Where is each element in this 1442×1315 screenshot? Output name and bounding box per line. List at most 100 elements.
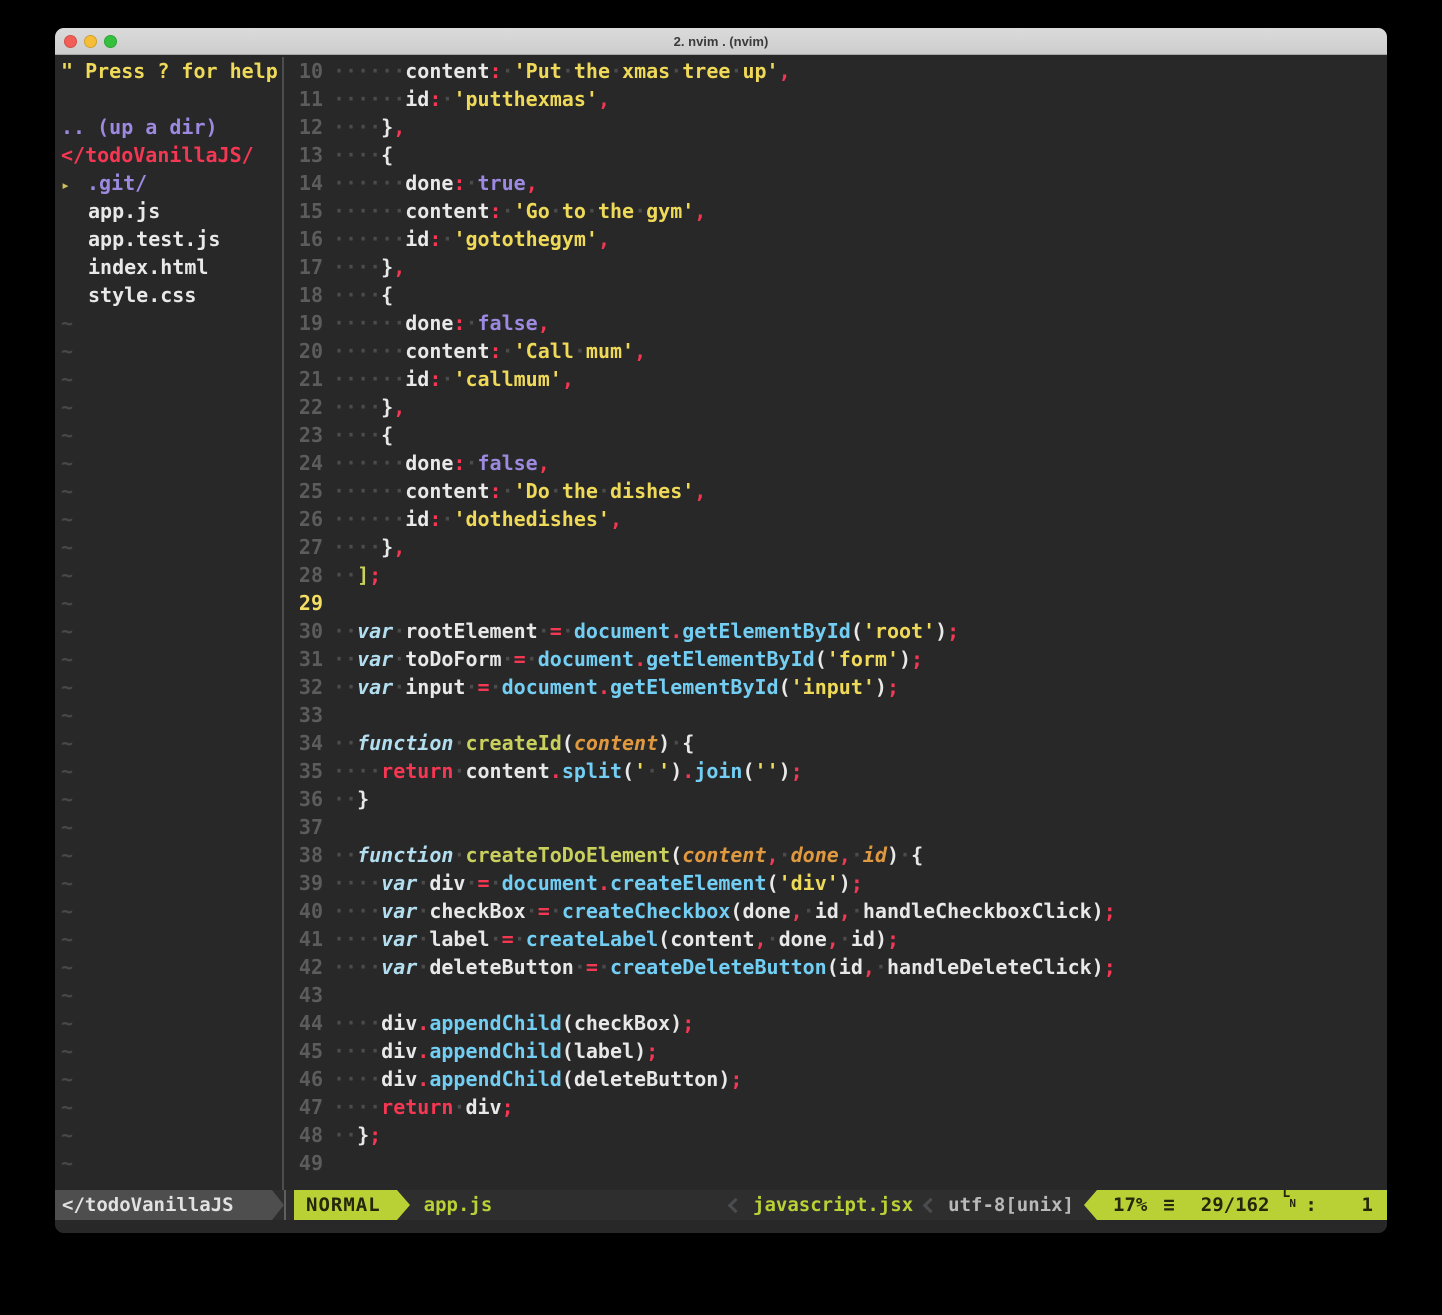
code-token: (: [815, 647, 827, 671]
tree-item-todoVanillaJS[interactable]: </todoVanillaJS/: [55, 141, 282, 169]
whitespace-dots: ·: [465, 675, 477, 699]
zoom-button[interactable]: [104, 35, 117, 48]
code-token: document: [502, 675, 598, 699]
empty-line-tilde: ~: [55, 981, 282, 1009]
code-line-content: ······content:·'Go·to·the·gym',: [333, 197, 1387, 225]
code-token: deleteButton: [429, 955, 574, 979]
whitespace-dots: ·: [393, 675, 405, 699]
code-token: false: [478, 451, 538, 475]
close-button[interactable]: [64, 35, 77, 48]
code-line-20: 20······content:·'Call·mum',: [284, 337, 1387, 365]
empty-line-tilde: ~: [55, 449, 282, 477]
code-line-21: 21······id:·'callmum',: [284, 365, 1387, 393]
code-token: ): [1092, 899, 1104, 923]
code-token: =: [586, 955, 598, 979]
code-token: ,: [694, 199, 706, 223]
code-token: 'Put: [514, 59, 562, 83]
line-number: 43: [284, 981, 333, 1009]
code-token: 'div': [779, 871, 839, 895]
code-token: ,: [598, 87, 610, 111]
tree-item-app.test.js[interactable]: app.test.js: [55, 225, 282, 253]
whitespace-dots: ····: [333, 955, 381, 979]
code-token: .: [417, 1011, 429, 1035]
tree-item-index.html[interactable]: index.html: [55, 253, 282, 281]
tree-item-app.js[interactable]: app.js: [55, 197, 282, 225]
code-line-30: 30··var·rootElement·=·document.getElemen…: [284, 617, 1387, 645]
whitespace-dots: ·: [562, 619, 574, 643]
whitespace-dots: ·: [550, 899, 562, 923]
line-number: 45: [284, 1037, 333, 1065]
empty-line-tilde: ~: [55, 701, 282, 729]
code-line-17: 17····},: [284, 253, 1387, 281]
whitespace-dots: ·: [550, 199, 562, 223]
code-token: ;: [911, 647, 923, 671]
line-number: 46: [284, 1065, 333, 1093]
whitespace-dots: ·: [851, 843, 863, 867]
code-token: document: [538, 647, 634, 671]
code-token: dishes': [610, 479, 694, 503]
whitespace-dots: ·: [453, 843, 465, 867]
line-number: 13: [284, 141, 333, 169]
code-token: }: [357, 787, 369, 811]
whitespace-dots: ····: [333, 1067, 381, 1091]
command-line[interactable]: [55, 1220, 1387, 1233]
whitespace-dots: ·: [490, 675, 502, 699]
whitespace-dots: ····: [333, 927, 381, 951]
code-line-12: 12····},: [284, 113, 1387, 141]
code-token: ;: [887, 675, 899, 699]
statusbar-position-segment: 17% ≡ 29/162 LN : 1: [1097, 1190, 1387, 1220]
whitespace-dots: ·: [634, 199, 646, 223]
whitespace-dots: ······: [333, 311, 405, 335]
code-token: up': [742, 59, 778, 83]
line-number: 33: [284, 701, 333, 729]
whitespace-dots: ·: [393, 647, 405, 671]
code-token: ,: [562, 367, 574, 391]
code-token: 'form': [827, 647, 899, 671]
code-token: .: [598, 871, 610, 895]
code-token: ): [670, 759, 682, 783]
code-token: id: [405, 87, 429, 111]
whitespace-dots: ·: [574, 339, 586, 363]
code-token: handleCheckboxClick: [863, 899, 1092, 923]
code-token: :: [453, 451, 465, 475]
nvim-main-area: " Press ? for help .. (up a dir)</todoVa…: [55, 55, 1387, 1190]
code-token: =: [478, 675, 490, 699]
code-token: :: [490, 479, 502, 503]
code-token: ;: [646, 1039, 658, 1063]
empty-line-tilde: ~: [55, 617, 282, 645]
empty-line-tilde: ~: [55, 953, 282, 981]
code-line-43: 43: [284, 981, 1387, 1009]
code-line-content: ··}: [333, 785, 1387, 813]
code-token: function: [357, 843, 453, 867]
line-number: 25: [284, 477, 333, 505]
tree-item-.git[interactable]: ▸.git/: [55, 169, 282, 197]
line-number: 38: [284, 841, 333, 869]
code-token: (: [658, 927, 670, 951]
minimize-button[interactable]: [84, 35, 97, 48]
whitespace-dots: ··: [333, 619, 357, 643]
code-token: (: [670, 843, 682, 867]
tree-item-style.css[interactable]: style.css: [55, 281, 282, 309]
statusbar-divider: [284, 1190, 286, 1220]
line-number: 47: [284, 1093, 333, 1121]
code-token: id: [405, 507, 429, 531]
whitespace-dots: ····: [333, 535, 381, 559]
code-token: 'input': [791, 675, 875, 699]
powerline-arrow-icon: [272, 1190, 284, 1220]
code-token: content: [465, 759, 549, 783]
empty-line-tilde: ~: [55, 869, 282, 897]
code-line-content: ······id:·'callmum',: [333, 365, 1387, 393]
code-token: return: [381, 759, 453, 783]
code-token: content: [682, 843, 766, 867]
code-token: }: [381, 255, 393, 279]
expand-arrow-icon[interactable]: ▸: [61, 171, 87, 199]
titlebar[interactable]: 2. nvim . (nvim): [55, 28, 1387, 55]
empty-line-tilde: ~: [55, 337, 282, 365]
whitespace-dots: ·: [670, 59, 682, 83]
nerdtree-sidebar[interactable]: " Press ? for help .. (up a dir)</todoVa…: [55, 57, 284, 1190]
tree-item-..-up-a-dir[interactable]: .. (up a dir): [55, 113, 282, 141]
code-token: .: [634, 647, 646, 671]
code-editor[interactable]: 10······content:·'Put·the·xmas·tree·up',…: [284, 57, 1387, 1190]
code-token: ,: [393, 535, 405, 559]
code-line-content: ··function·createToDoElement(content,·do…: [333, 841, 1387, 869]
